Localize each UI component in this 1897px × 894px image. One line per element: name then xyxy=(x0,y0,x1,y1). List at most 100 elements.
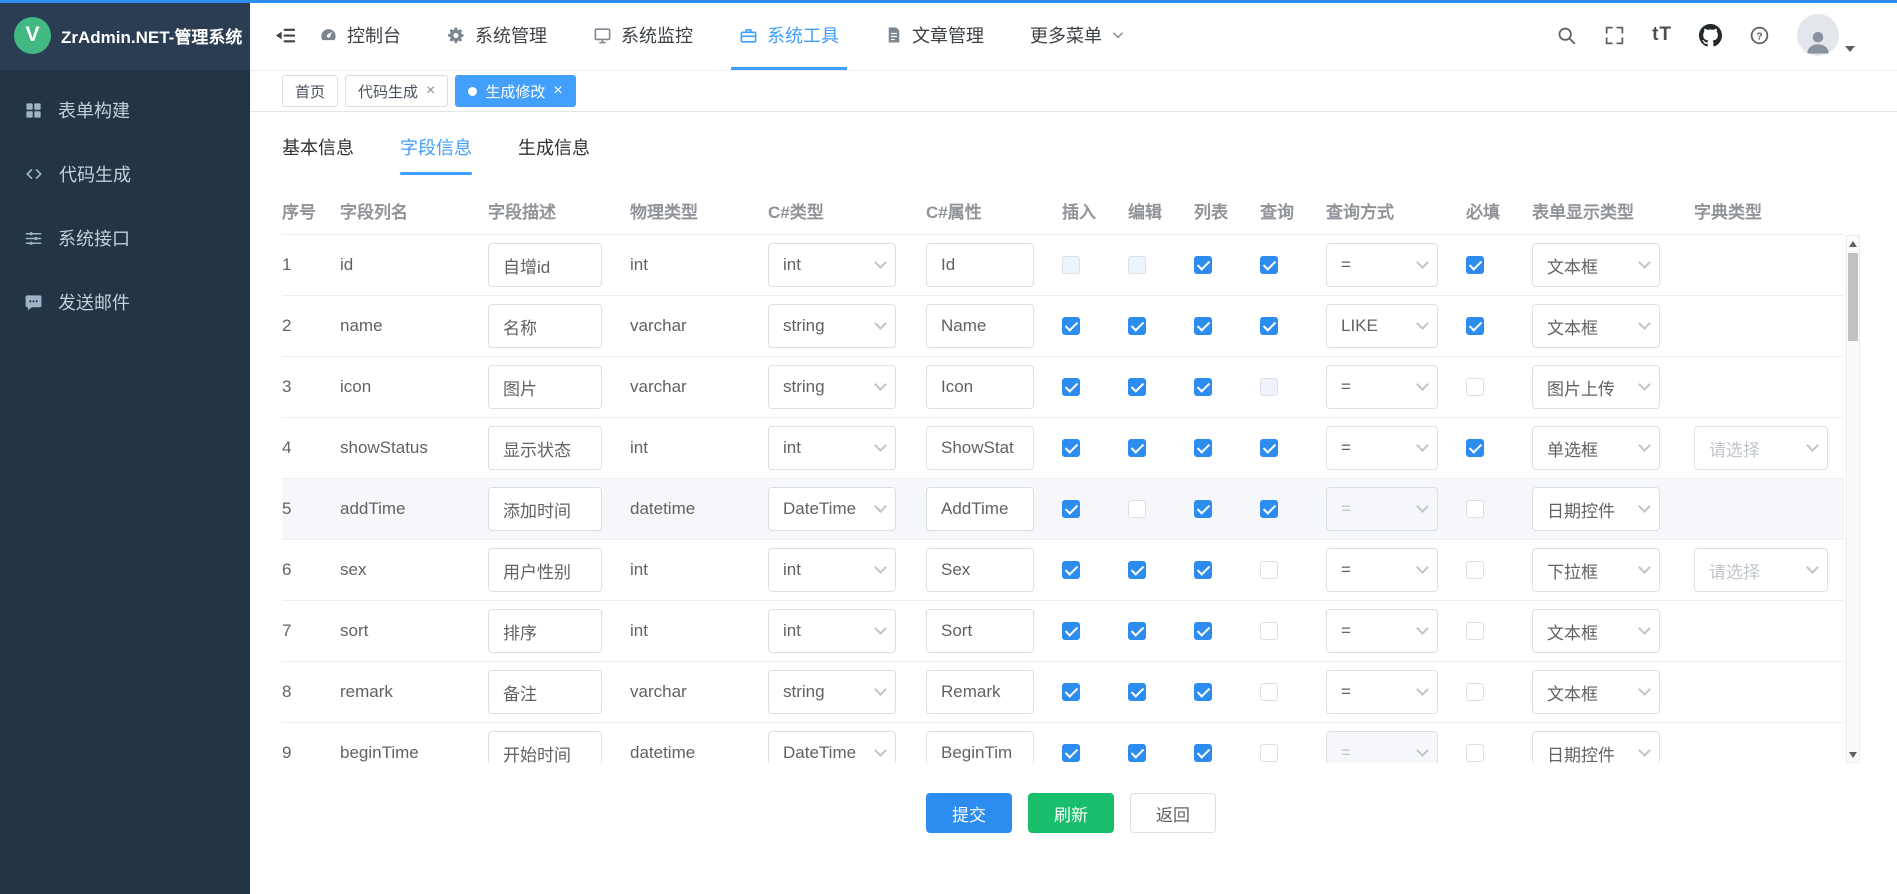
list-checkbox[interactable] xyxy=(1194,378,1212,396)
required-checkbox[interactable] xyxy=(1466,317,1484,335)
insert-checkbox[interactable] xyxy=(1062,317,1080,335)
search-icon[interactable] xyxy=(1556,25,1577,46)
display_type-select[interactable]: 图片上传 xyxy=(1532,365,1660,409)
description-input[interactable] xyxy=(488,243,602,287)
query-checkbox[interactable] xyxy=(1260,317,1278,335)
description-input[interactable] xyxy=(488,731,602,763)
user-menu[interactable] xyxy=(1797,14,1855,56)
dict_type-select[interactable]: 请选择 xyxy=(1694,548,1828,592)
description-input[interactable] xyxy=(488,487,602,531)
tag-gen-edit[interactable]: 生成修改 × xyxy=(455,75,575,107)
csharp_type-select[interactable]: DateTime xyxy=(768,487,896,531)
list-checkbox[interactable] xyxy=(1194,439,1212,457)
csharp_prop-input[interactable] xyxy=(926,548,1034,592)
csharp_type-select[interactable]: DateTime xyxy=(768,731,896,763)
description-input[interactable] xyxy=(488,304,602,348)
insert-checkbox[interactable] xyxy=(1062,561,1080,579)
required-checkbox[interactable] xyxy=(1466,622,1484,640)
display_type-select[interactable]: 文本框 xyxy=(1532,609,1660,653)
description-input[interactable] xyxy=(488,426,602,470)
edit-checkbox[interactable] xyxy=(1128,439,1146,457)
display_type-select[interactable]: 文本框 xyxy=(1532,304,1660,348)
display_type-select[interactable]: 日期控件 xyxy=(1532,731,1660,763)
query-checkbox[interactable] xyxy=(1260,561,1278,579)
close-icon[interactable]: × xyxy=(426,83,435,99)
list-checkbox[interactable] xyxy=(1194,256,1212,274)
list-checkbox[interactable] xyxy=(1194,317,1212,335)
required-checkbox[interactable] xyxy=(1466,500,1484,518)
tag-code-gen[interactable]: 代码生成 × xyxy=(345,75,448,107)
query_method-select[interactable]: = xyxy=(1326,426,1438,470)
query-checkbox[interactable] xyxy=(1260,622,1278,640)
description-input[interactable] xyxy=(488,365,602,409)
list-checkbox[interactable] xyxy=(1194,500,1212,518)
csharp_type-select[interactable]: string xyxy=(768,365,896,409)
csharp_type-select[interactable]: string xyxy=(768,304,896,348)
nav-item-more-menu[interactable]: 更多菜单 xyxy=(1030,0,1125,70)
display_type-select[interactable]: 下拉框 xyxy=(1532,548,1660,592)
required-checkbox[interactable] xyxy=(1466,378,1484,396)
list-checkbox[interactable] xyxy=(1194,622,1212,640)
query_method-select[interactable]: = xyxy=(1326,548,1438,592)
nav-item-articles[interactable]: 文章管理 xyxy=(885,0,984,70)
edit-checkbox[interactable] xyxy=(1128,744,1146,762)
insert-checkbox[interactable] xyxy=(1062,744,1080,762)
list-checkbox[interactable] xyxy=(1194,561,1212,579)
query_method-select[interactable]: = xyxy=(1326,670,1438,714)
list-checkbox[interactable] xyxy=(1194,744,1212,762)
display_type-select[interactable]: 日期控件 xyxy=(1532,487,1660,531)
insert-checkbox[interactable] xyxy=(1062,683,1080,701)
query-checkbox[interactable] xyxy=(1260,500,1278,518)
sidebar-item-form-builder[interactable]: 表单构建 xyxy=(0,78,250,142)
table-scrollbar[interactable] xyxy=(1846,235,1860,763)
tab-basic-info[interactable]: 基本信息 xyxy=(282,134,354,175)
csharp_prop-input[interactable] xyxy=(926,670,1034,714)
help-icon[interactable]: ? xyxy=(1749,25,1770,46)
csharp_prop-input[interactable] xyxy=(926,365,1034,409)
csharp_prop-input[interactable] xyxy=(926,304,1034,348)
back-button[interactable]: 返回 xyxy=(1130,793,1216,833)
edit-checkbox[interactable] xyxy=(1128,378,1146,396)
csharp_type-select[interactable]: int xyxy=(768,243,896,287)
csharp_type-select[interactable]: int xyxy=(768,609,896,653)
edit-checkbox[interactable] xyxy=(1128,500,1146,518)
sidebar-item-send-mail[interactable]: 发送邮件 xyxy=(0,270,250,334)
query_method-select[interactable]: = xyxy=(1326,609,1438,653)
required-checkbox[interactable] xyxy=(1466,561,1484,579)
sidebar-item-code-gen[interactable]: 代码生成 xyxy=(0,142,250,206)
submit-button[interactable]: 提交 xyxy=(926,793,1012,833)
scrollbar-down-arrow[interactable] xyxy=(1847,747,1859,762)
font-size-icon[interactable]: tT xyxy=(1652,24,1672,46)
edit-checkbox[interactable] xyxy=(1128,622,1146,640)
query-checkbox[interactable] xyxy=(1260,683,1278,701)
query-checkbox[interactable] xyxy=(1260,744,1278,762)
csharp_type-select[interactable]: string xyxy=(768,670,896,714)
scrollbar-up-arrow[interactable] xyxy=(1847,236,1859,251)
display_type-select[interactable]: 文本框 xyxy=(1532,243,1660,287)
edit-checkbox[interactable] xyxy=(1128,561,1146,579)
close-icon[interactable]: × xyxy=(553,83,562,99)
insert-checkbox[interactable] xyxy=(1062,500,1080,518)
nav-item-system-tools[interactable]: 系统工具 xyxy=(739,0,839,70)
dict_type-select[interactable]: 请选择 xyxy=(1694,426,1828,470)
insert-checkbox[interactable] xyxy=(1062,378,1080,396)
edit-checkbox[interactable] xyxy=(1128,683,1146,701)
refresh-button[interactable]: 刷新 xyxy=(1028,793,1114,833)
csharp_prop-input[interactable] xyxy=(926,426,1034,470)
query_method-select[interactable]: = xyxy=(1326,243,1438,287)
csharp_prop-input[interactable] xyxy=(926,243,1034,287)
query_method-select[interactable]: = xyxy=(1326,365,1438,409)
query-checkbox[interactable] xyxy=(1260,439,1278,457)
required-checkbox[interactable] xyxy=(1466,744,1484,762)
edit-checkbox[interactable] xyxy=(1128,317,1146,335)
query_method-select[interactable]: LIKE xyxy=(1326,304,1438,348)
tab-field-info[interactable]: 字段信息 xyxy=(400,134,472,175)
required-checkbox[interactable] xyxy=(1466,439,1484,457)
tab-gen-info[interactable]: 生成信息 xyxy=(518,134,590,175)
scrollbar-thumb[interactable] xyxy=(1848,253,1858,341)
description-input[interactable] xyxy=(488,548,602,592)
nav-item-system-admin[interactable]: 系统管理 xyxy=(447,0,547,70)
fullscreen-icon[interactable] xyxy=(1604,25,1625,46)
description-input[interactable] xyxy=(488,670,602,714)
csharp_type-select[interactable]: int xyxy=(768,548,896,592)
